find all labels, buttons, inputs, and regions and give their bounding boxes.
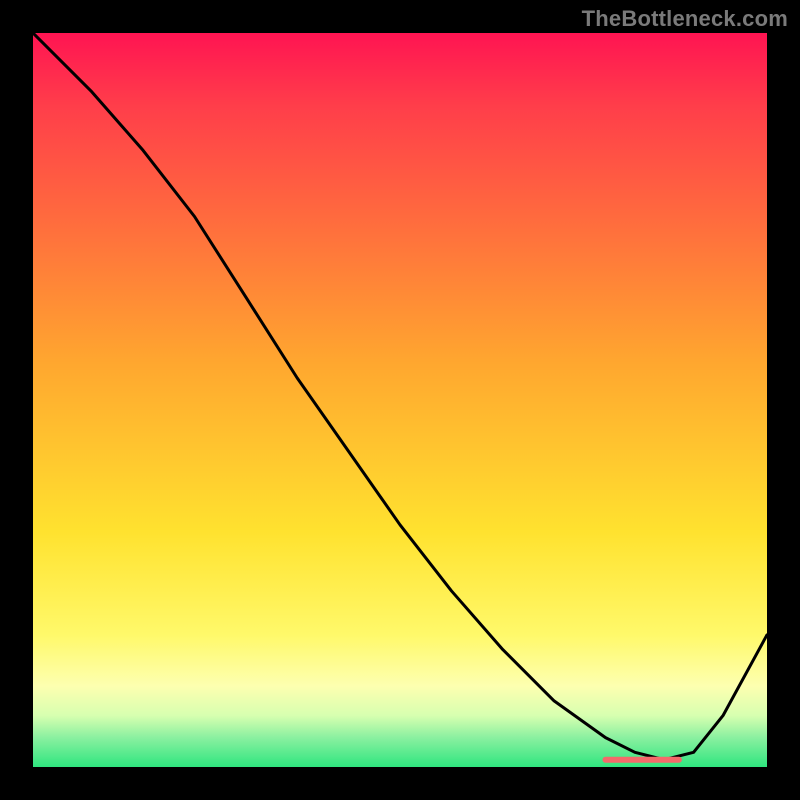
attribution-label: TheBottleneck.com bbox=[582, 6, 788, 32]
bottleneck-curve bbox=[33, 33, 767, 760]
curve-layer bbox=[33, 33, 767, 767]
plot-area bbox=[33, 33, 767, 767]
chart-container: TheBottleneck.com bbox=[0, 0, 800, 800]
